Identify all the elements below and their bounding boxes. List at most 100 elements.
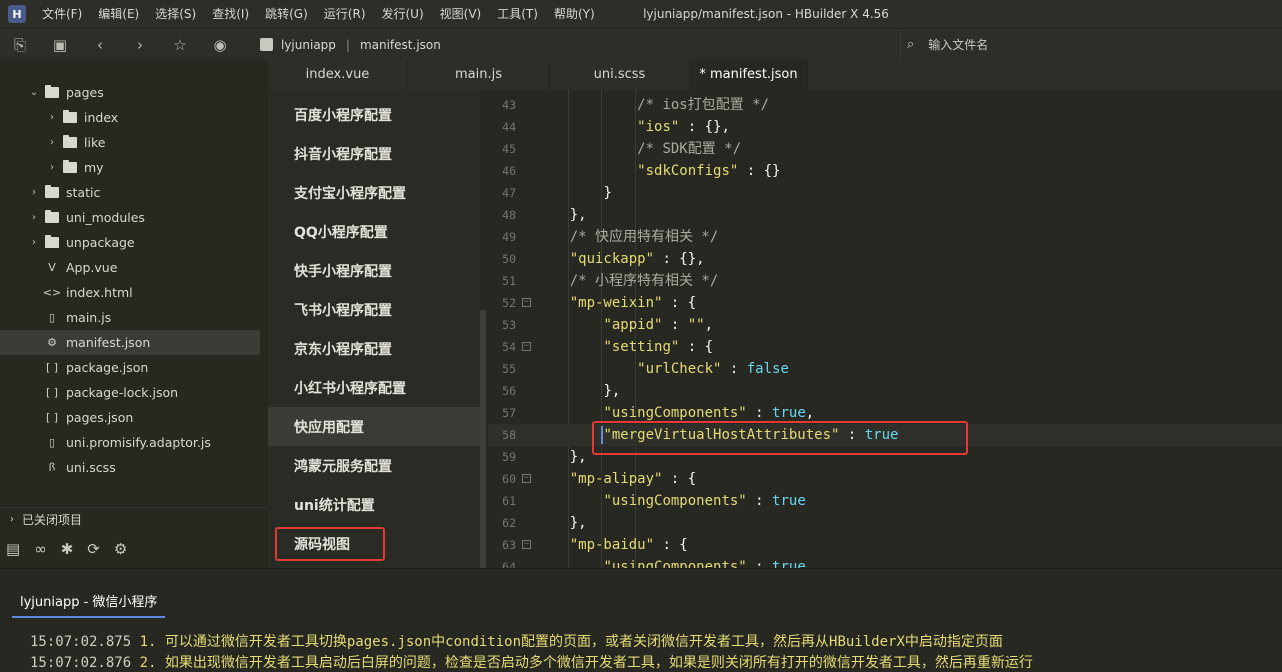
breadcrumb-project[interactable]: lyjuniapp bbox=[281, 38, 336, 52]
code-text: }, bbox=[570, 446, 587, 468]
menu-item[interactable]: 帮助(Y) bbox=[546, 0, 603, 28]
chevron-right-icon[interactable]: › bbox=[28, 237, 40, 248]
config-item[interactable]: 小红书小程序配置 bbox=[268, 368, 480, 407]
config-item[interactable]: 支付宝小程序配置 bbox=[268, 173, 480, 212]
editor-tab[interactable]: * manifest.json bbox=[690, 60, 808, 90]
config-item[interactable]: 抖音小程序配置 bbox=[268, 134, 480, 173]
line-number: 59 bbox=[502, 450, 516, 464]
fold-toggle-icon[interactable]: − bbox=[522, 342, 531, 351]
fold-toggle-icon[interactable]: − bbox=[522, 298, 531, 307]
chevron-right-icon[interactable]: › bbox=[28, 187, 40, 198]
config-panel-scrollbar[interactable] bbox=[480, 310, 486, 568]
git-icon[interactable]: ⟳ bbox=[87, 540, 100, 558]
back-icon[interactable]: ‹ bbox=[80, 36, 120, 54]
binoculars-icon[interactable]: ∞ bbox=[34, 540, 47, 558]
menu-item[interactable]: 视图(V) bbox=[432, 0, 490, 28]
line-number: 51 bbox=[502, 274, 516, 288]
config-item[interactable]: QQ小程序配置 bbox=[268, 212, 480, 251]
menu-item[interactable]: 查找(I) bbox=[204, 0, 257, 28]
code-token: /* 快应用特有相关 */ bbox=[569, 229, 719, 245]
run-icon[interactable]: ◉ bbox=[200, 36, 240, 54]
fold-toggle-icon[interactable]: − bbox=[522, 540, 531, 549]
breadcrumb-file[interactable]: manifest.json bbox=[360, 38, 441, 52]
chevron-right-icon[interactable]: › bbox=[28, 212, 40, 223]
tree-item[interactable]: › my bbox=[0, 155, 260, 180]
tree-item[interactable]: [ ] package.json bbox=[0, 355, 260, 380]
code-text: "mp-alipay" : { bbox=[570, 468, 696, 490]
tree-item[interactable]: › uni_modules bbox=[0, 205, 260, 230]
code-editor[interactable]: 43 /* ios打包配置 */ 44 "ios" : {}, 45 /* SDK配置 *… bbox=[488, 90, 1282, 568]
config-item[interactable]: 飞书小程序配置 bbox=[268, 290, 480, 329]
editor-tab[interactable]: main.js bbox=[408, 60, 550, 90]
new-file-icon[interactable]: ⎘ bbox=[0, 36, 40, 54]
tree-item[interactable]: ⚙ manifest.json bbox=[0, 330, 260, 355]
star-icon[interactable]: ☆ bbox=[160, 36, 200, 54]
tree-item[interactable]: › unpackage bbox=[0, 230, 260, 255]
tree-item[interactable]: [ ] package-lock.json bbox=[0, 380, 260, 405]
config-item[interactable]: 快手小程序配置 bbox=[268, 251, 480, 290]
tree-item[interactable]: ▯ main.js bbox=[0, 305, 260, 330]
folder-icon bbox=[62, 110, 78, 124]
line-number: 64 bbox=[502, 560, 516, 568]
menu-item[interactable]: 运行(R) bbox=[316, 0, 374, 28]
tree-item[interactable]: V App.vue bbox=[0, 255, 260, 280]
menu-item[interactable]: 工具(T) bbox=[489, 0, 546, 28]
menu-item[interactable]: 选择(S) bbox=[147, 0, 204, 28]
chevron-right-icon[interactable]: › bbox=[46, 137, 58, 148]
code-text: "mp-baidu" : { bbox=[570, 534, 688, 556]
tree-item-label: package-lock.json bbox=[66, 385, 179, 400]
file-search-input[interactable]: ⌕ 输入文件名 bbox=[900, 29, 1282, 59]
tree-item[interactable]: › like bbox=[0, 130, 260, 155]
code-token: true bbox=[772, 493, 806, 509]
menu-item[interactable]: 编辑(E) bbox=[90, 0, 147, 28]
code-token: }, bbox=[569, 207, 587, 223]
code-text: }, bbox=[603, 380, 620, 402]
config-item[interactable]: 快应用配置 bbox=[268, 407, 480, 446]
tree-item[interactable]: ⌄ pages bbox=[0, 80, 260, 105]
chevron-down-icon[interactable]: ⌄ bbox=[28, 87, 40, 98]
config-item[interactable]: uni统计配置 bbox=[268, 485, 480, 524]
code-token: "mp-baidu" bbox=[569, 537, 655, 553]
tree-item[interactable]: <> index.html bbox=[0, 280, 260, 305]
tree-item[interactable]: ▯ uni.promisify.adaptor.js bbox=[0, 430, 260, 455]
menu-item[interactable]: 文件(F) bbox=[34, 0, 90, 28]
config-item[interactable]: 百度小程序配置 bbox=[268, 95, 480, 134]
config-item[interactable]: 京东小程序配置 bbox=[268, 329, 480, 368]
json-icon: [ ] bbox=[45, 411, 59, 424]
code-token: "urlCheck" bbox=[637, 361, 722, 377]
line-number: 46 bbox=[502, 164, 516, 178]
fold-toggle-icon[interactable]: − bbox=[522, 474, 531, 483]
line-number: 53 bbox=[502, 318, 516, 332]
sidebar-icon-bar: ▤ ∞ ✱ ⟳ ⚙ bbox=[0, 535, 268, 563]
plugin-icon[interactable]: ⚙ bbox=[114, 540, 127, 558]
config-item[interactable]: 鸿蒙元服务配置 bbox=[268, 446, 480, 485]
editor-tab[interactable]: index.vue bbox=[268, 60, 408, 90]
forward-icon[interactable]: › bbox=[120, 36, 160, 54]
tree-item[interactable]: [ ] pages.json bbox=[0, 405, 260, 430]
bug-icon[interactable]: ✱ bbox=[61, 540, 74, 558]
tree-item-label: package.json bbox=[66, 360, 149, 375]
tree-item[interactable]: ꟗ uni.scss bbox=[0, 455, 260, 480]
code-token: "usingComponents" bbox=[603, 559, 747, 568]
closed-projects[interactable]: › 已关闭项目 bbox=[0, 507, 268, 531]
chevron-right-icon[interactable]: › bbox=[46, 162, 58, 173]
code-text: "ios" : {}, bbox=[637, 116, 730, 138]
menu-item[interactable]: 发行(U) bbox=[374, 0, 432, 28]
tree-item-label: unpackage bbox=[66, 235, 135, 250]
code-token: : {} bbox=[738, 163, 781, 179]
code-token: true bbox=[772, 559, 806, 568]
save-icon[interactable]: ▣ bbox=[40, 36, 80, 54]
tree-item-label: App.vue bbox=[66, 260, 118, 275]
console-panel: lyjuniapp - 微信小程序 15:07:02.875 1. 可以通过微信… bbox=[0, 568, 1282, 671]
console-tab[interactable]: lyjuniapp - 微信小程序 bbox=[12, 591, 166, 618]
code-text: "usingComponents" : true bbox=[603, 490, 805, 512]
tree-item[interactable]: › index bbox=[0, 105, 260, 130]
project-manager-icon[interactable]: ▤ bbox=[6, 540, 20, 558]
editor-tab[interactable]: uni.scss bbox=[550, 60, 690, 90]
code-text: /* SDK配置 */ bbox=[637, 138, 741, 160]
menu-item[interactable]: 跳转(G) bbox=[257, 0, 316, 28]
code-line: 56}, bbox=[488, 380, 1282, 402]
chevron-right-icon[interactable]: › bbox=[46, 112, 58, 123]
code-text: /* ios打包配置 */ bbox=[637, 94, 769, 116]
tree-item[interactable]: › static bbox=[0, 180, 260, 205]
